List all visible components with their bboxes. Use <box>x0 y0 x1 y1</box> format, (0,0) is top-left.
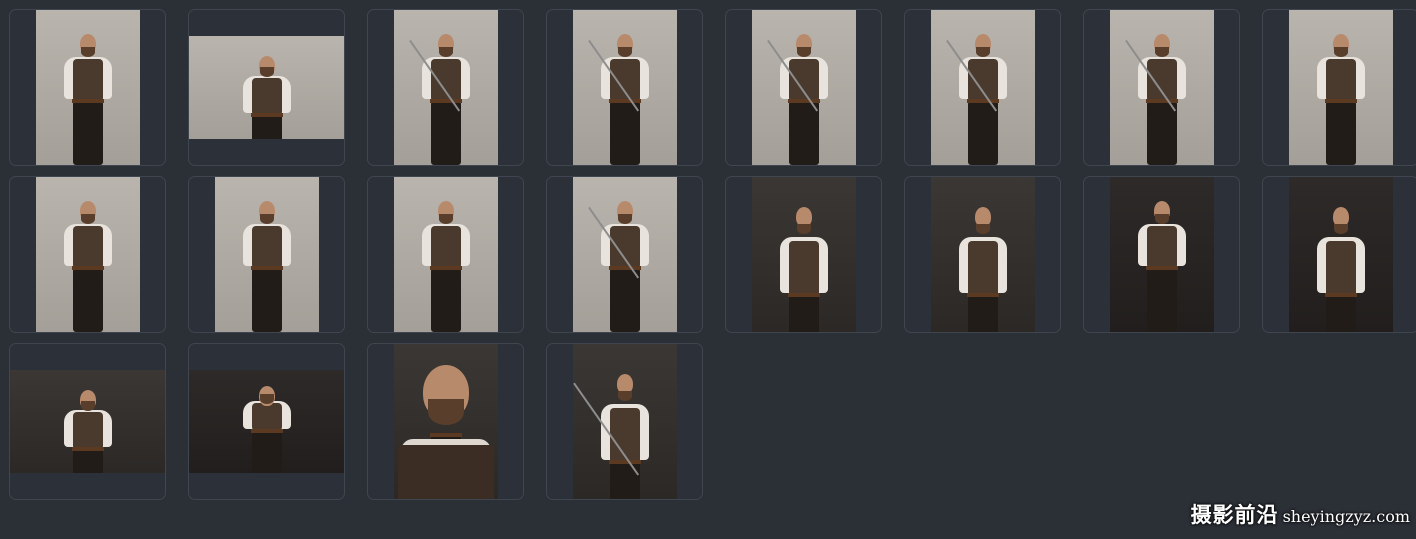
thumbnail-card[interactable] <box>367 343 524 500</box>
thumbnail-card[interactable] <box>188 343 345 500</box>
thumbnail-image <box>189 36 344 139</box>
thumbnail-image <box>35 10 140 165</box>
thumbnail-card[interactable] <box>904 176 1061 333</box>
photo-subject <box>397 356 494 499</box>
thumbnail-card[interactable] <box>188 9 345 166</box>
thumbnail-card[interactable] <box>1262 176 1416 333</box>
thumbnail-image <box>572 344 677 499</box>
thumbnail-image <box>1109 177 1214 332</box>
thumbnail-card[interactable] <box>367 176 524 333</box>
photo-subject <box>416 189 476 332</box>
thumbnail-image <box>751 177 856 332</box>
thumbnail-card[interactable] <box>904 9 1061 166</box>
thumbnail-image <box>572 177 677 332</box>
thumbnail-grid <box>9 9 1416 500</box>
photo-subject <box>237 378 297 473</box>
watermark: 摄影前沿 sheyingzyz.com <box>1191 499 1410 529</box>
photo-subject <box>766 22 834 165</box>
photo-subject <box>1311 22 1371 165</box>
thumbnail-card[interactable] <box>9 343 166 500</box>
thumbnail-image <box>10 370 165 473</box>
thumbnail-card[interactable] <box>546 343 703 500</box>
thumbnail-image <box>1288 177 1393 332</box>
photo-subject <box>408 22 476 165</box>
thumbnail-card[interactable] <box>188 176 345 333</box>
thumbnail-image <box>35 177 140 332</box>
photo-subject <box>587 22 655 165</box>
thumbnail-image <box>189 370 344 473</box>
thumbnail-image <box>1109 10 1214 165</box>
photo-subject <box>1132 189 1192 332</box>
thumbnail-image <box>393 10 498 165</box>
thumbnail-image <box>393 344 498 499</box>
thumbnail-image <box>572 10 677 165</box>
photo-subject <box>1124 22 1192 165</box>
photo-subject <box>953 193 1013 332</box>
thumbnail-image <box>930 177 1035 332</box>
photo-subject <box>58 22 118 165</box>
thumbnail-card[interactable] <box>1083 176 1240 333</box>
thumbnail-image <box>214 177 319 332</box>
photo-subject <box>58 380 118 473</box>
thumbnail-card[interactable] <box>1083 9 1240 166</box>
thumbnail-card[interactable] <box>725 176 882 333</box>
thumbnail-image <box>751 10 856 165</box>
thumbnail-image <box>1288 10 1393 165</box>
photo-subject <box>587 189 655 332</box>
thumbnail-image <box>393 177 498 332</box>
thumbnail-card[interactable] <box>9 176 166 333</box>
photo-subject <box>237 46 297 139</box>
thumbnail-image <box>930 10 1035 165</box>
thumbnail-card[interactable] <box>546 176 703 333</box>
photo-subject <box>237 189 297 332</box>
thumbnail-card[interactable] <box>725 9 882 166</box>
photo-subject <box>572 360 655 499</box>
watermark-url-text: sheyingzyz.com <box>1282 507 1410 526</box>
thumbnail-card[interactable] <box>367 9 524 166</box>
thumbnail-card[interactable] <box>546 9 703 166</box>
watermark-cn-text: 摄影前沿 <box>1190 502 1279 527</box>
photo-subject <box>774 193 834 332</box>
photo-subject <box>58 189 118 332</box>
thumbnail-card[interactable] <box>1262 9 1416 166</box>
photo-subject <box>945 22 1013 165</box>
photo-subject <box>1311 193 1371 332</box>
thumbnail-card[interactable] <box>9 9 166 166</box>
